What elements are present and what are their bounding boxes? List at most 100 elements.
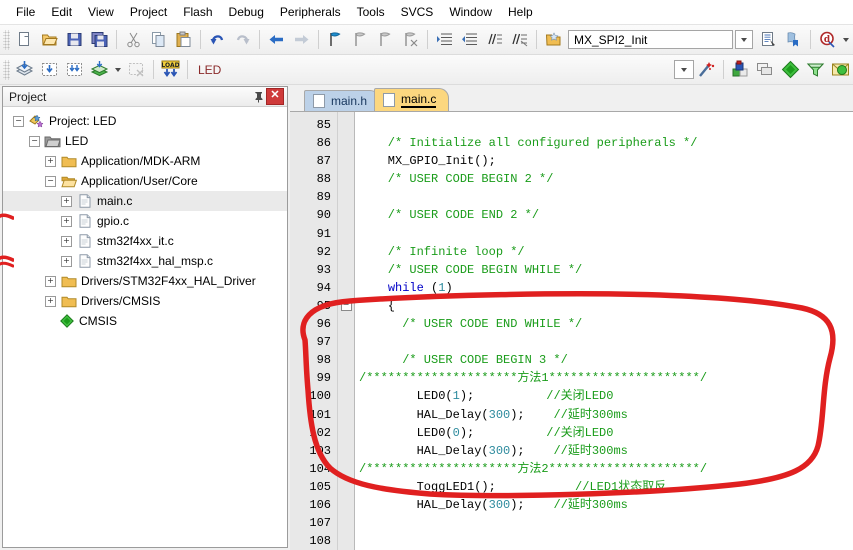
- function-combo[interactable]: MX_SPI2_Init: [568, 30, 733, 49]
- undo-icon[interactable]: [205, 27, 230, 52]
- expand-toggle-icon[interactable]: +: [61, 235, 72, 247]
- code-line[interactable]: /* USER CODE END WHILE */: [355, 315, 853, 333]
- pin-icon[interactable]: [250, 89, 266, 105]
- expand-toggle-icon[interactable]: +: [61, 255, 72, 267]
- find-in-files-icon[interactable]: [781, 27, 806, 52]
- bookmark-prev-icon[interactable]: [348, 27, 373, 52]
- expand-toggle-icon[interactable]: +: [61, 195, 72, 207]
- menu-item-svcs[interactable]: SVCS: [393, 2, 442, 22]
- outdent-icon[interactable]: [457, 27, 482, 52]
- indent-icon[interactable]: [432, 27, 457, 52]
- code-line[interactable]: [355, 532, 853, 550]
- expand-toggle-icon[interactable]: +: [45, 275, 56, 287]
- code-line[interactable]: [355, 514, 853, 532]
- expand-toggle-icon[interactable]: +: [45, 155, 56, 167]
- tree-item-stm32f4xx-it-c[interactable]: + stm32f4xx_it.c: [3, 231, 287, 251]
- collapse-toggle-icon[interactable]: −: [45, 175, 56, 187]
- project-tree[interactable]: − Project: LED − LED + Application/MDK-ARM − Ap…: [3, 107, 287, 547]
- comment-icon[interactable]: [482, 27, 507, 52]
- expand-toggle-icon[interactable]: +: [61, 215, 72, 227]
- redo-icon[interactable]: [230, 27, 255, 52]
- rebuild-icon[interactable]: [62, 57, 87, 82]
- tree-item-stm32f4xx-hal-msp-c[interactable]: + stm32f4xx_hal_msp.c: [3, 251, 287, 271]
- new-file-icon[interactable]: [12, 27, 37, 52]
- code-line[interactable]: /* USER CODE BEGIN 2 */: [355, 170, 853, 188]
- collapse-toggle-icon[interactable]: −: [29, 135, 40, 147]
- menu-item-debug[interactable]: Debug: [221, 2, 272, 22]
- open-file-icon[interactable]: [37, 27, 62, 52]
- code-line[interactable]: HAL_Delay(300); //延时300ms: [355, 442, 853, 460]
- bookmark-clear-icon[interactable]: [398, 27, 423, 52]
- close-icon[interactable]: ✕: [266, 88, 284, 105]
- save-all-icon[interactable]: [87, 27, 112, 52]
- menu-item-project[interactable]: Project: [122, 2, 175, 22]
- magic-wand-icon[interactable]: [694, 57, 719, 82]
- multi-project-icon[interactable]: [753, 57, 778, 82]
- tree-item-gpio-c[interactable]: + gpio.c: [3, 211, 287, 231]
- code-line[interactable]: LED0(1); //关闭LED0: [355, 387, 853, 405]
- debug-session-icon[interactable]: d: [815, 27, 840, 52]
- paste-icon[interactable]: [171, 27, 196, 52]
- code-line[interactable]: /* Infinite loop */: [355, 243, 853, 261]
- code-line[interactable]: ToggLED1(); //LED1状态取反: [355, 478, 853, 496]
- stop-build-icon[interactable]: [124, 57, 149, 82]
- tree-item-drivers-cmsis[interactable]: + Drivers/CMSIS: [3, 291, 287, 311]
- code-line[interactable]: while (1): [355, 279, 853, 297]
- code-line[interactable]: /* Initialize all configured peripherals…: [355, 134, 853, 152]
- code-line[interactable]: [355, 225, 853, 243]
- manage-components-icon[interactable]: [728, 57, 753, 82]
- code-view[interactable]: 85 86 87 88 89 90 91 92 93 94 95 96 97 98 99 100 101 102 1…: [290, 111, 853, 550]
- uncomment-icon[interactable]: [507, 27, 532, 52]
- tree-item-led[interactable]: − LED: [3, 131, 287, 151]
- code-line[interactable]: HAL_Delay(300); //延时300ms: [355, 496, 853, 514]
- menu-item-edit[interactable]: Edit: [43, 2, 80, 22]
- function-combo-dropdown[interactable]: [735, 30, 753, 49]
- batch-build-dropdown[interactable]: [112, 57, 124, 82]
- toolbar-grip[interactable]: [3, 29, 10, 50]
- menu-item-view[interactable]: View: [80, 2, 122, 22]
- code-line[interactable]: /* USER CODE END 2 */: [355, 206, 853, 224]
- download-icon[interactable]: LOAD: [158, 57, 183, 82]
- menu-item-help[interactable]: Help: [500, 2, 541, 22]
- code-line[interactable]: [355, 333, 853, 351]
- menu-item-tools[interactable]: Tools: [349, 2, 393, 22]
- source-code[interactable]: /* Initialize all configured peripherals…: [355, 112, 853, 550]
- menu-item-flash[interactable]: Flash: [175, 2, 220, 22]
- file-outline-icon[interactable]: [756, 27, 781, 52]
- fold-marker[interactable]: −: [338, 297, 354, 315]
- fold-collapse-icon[interactable]: −: [340, 300, 352, 312]
- code-line[interactable]: [355, 116, 853, 134]
- navigate-back-icon[interactable]: [264, 27, 289, 52]
- editor-tab-main-h[interactable]: main.h: [304, 90, 381, 111]
- pack-installer-icon[interactable]: [778, 57, 803, 82]
- filter-icon[interactable]: [803, 57, 828, 82]
- code-line[interactable]: HAL_Delay(300); //延时300ms: [355, 406, 853, 424]
- copy-icon[interactable]: [146, 27, 171, 52]
- code-line[interactable]: /*********************方法2***************…: [355, 460, 853, 478]
- target-combo-dropdown[interactable]: [674, 60, 694, 79]
- code-folding-column[interactable]: −: [338, 112, 355, 550]
- toolbar-grip[interactable]: [3, 59, 10, 80]
- bookmark-toggle-icon[interactable]: [323, 27, 348, 52]
- tree-item-cmsis[interactable]: CMSIS: [3, 311, 287, 331]
- debug-session-dropdown[interactable]: [840, 27, 852, 52]
- mail-icon[interactable]: [828, 57, 853, 82]
- editor-tab-main-c[interactable]: main.c: [374, 88, 450, 111]
- menu-item-file[interactable]: File: [8, 2, 43, 22]
- collapse-toggle-icon[interactable]: −: [13, 115, 24, 127]
- code-line[interactable]: /*********************方法1***************…: [355, 369, 853, 387]
- cut-icon[interactable]: [121, 27, 146, 52]
- build-icon[interactable]: [37, 57, 62, 82]
- bookmark-next-icon[interactable]: [373, 27, 398, 52]
- batch-build-icon[interactable]: [87, 57, 112, 82]
- code-line[interactable]: [355, 188, 853, 206]
- code-line[interactable]: /* USER CODE BEGIN WHILE */: [355, 261, 853, 279]
- tree-item-application-user-core[interactable]: − Application/User/Core: [3, 171, 287, 191]
- save-icon[interactable]: [62, 27, 87, 52]
- tree-item-application-mdk-arm[interactable]: + Application/MDK-ARM: [3, 151, 287, 171]
- code-line[interactable]: LED0(0); //关闭LED0: [355, 424, 853, 442]
- code-line[interactable]: MX_GPIO_Init();: [355, 152, 853, 170]
- code-line[interactable]: /* USER CODE BEGIN 3 */: [355, 351, 853, 369]
- menu-item-peripherals[interactable]: Peripherals: [272, 2, 349, 22]
- tree-item-drivers-stm32f4xx-hal-driver[interactable]: + Drivers/STM32F4xx_HAL_Driver: [3, 271, 287, 291]
